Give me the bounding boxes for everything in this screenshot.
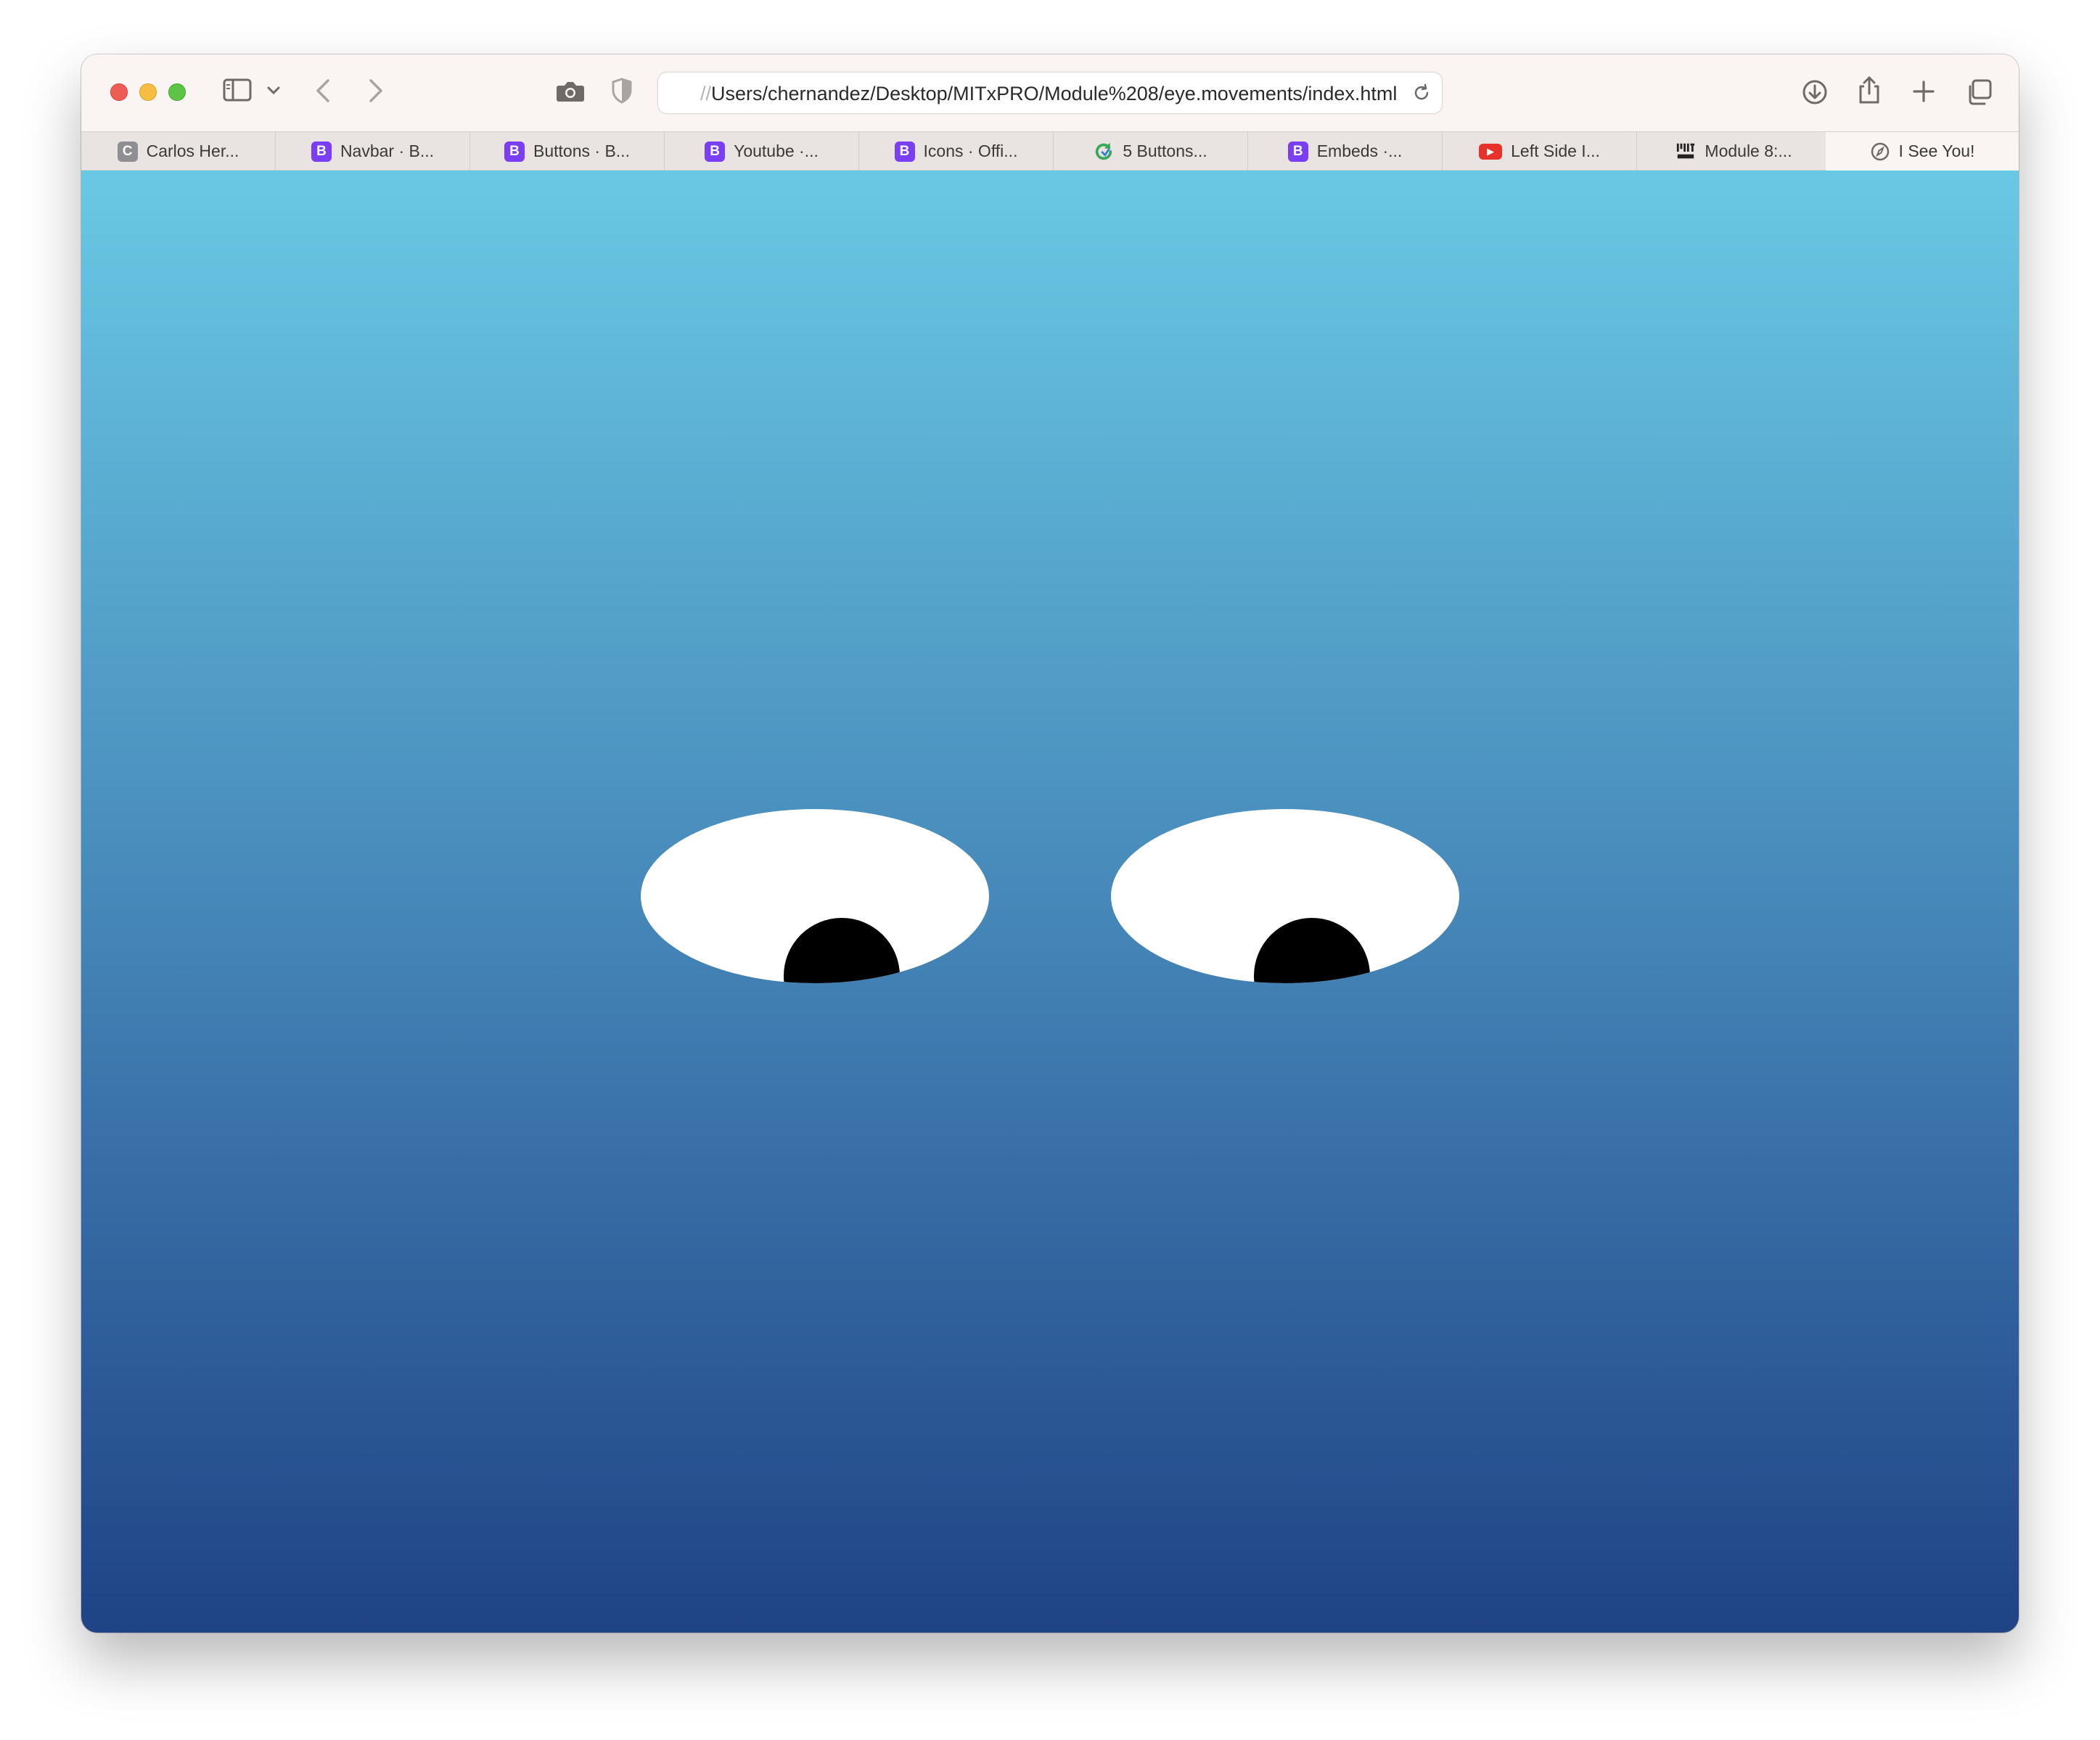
reload-icon[interactable] bbox=[1411, 83, 1432, 107]
page-content[interactable] bbox=[81, 171, 2019, 1633]
share-icon[interactable] bbox=[1858, 75, 1881, 105]
tab-label: 5 Buttons... bbox=[1123, 141, 1207, 160]
bootstrap-icon: B bbox=[504, 141, 525, 162]
sidebar-toggle-icon[interactable] bbox=[223, 78, 252, 102]
tab-navbar[interactable]: B Navbar · B... bbox=[276, 132, 470, 171]
bootstrap-icon: B bbox=[705, 141, 726, 162]
tab-5-buttons[interactable]: 5 Buttons... bbox=[1054, 132, 1248, 171]
close-window-button[interactable] bbox=[110, 83, 128, 101]
tab-buttons[interactable]: B Buttons · B... bbox=[470, 132, 665, 171]
privacy-shield-icon[interactable] bbox=[611, 78, 633, 104]
tab-label: Carlos Her... bbox=[146, 141, 239, 160]
tab-overview-icon[interactable] bbox=[1965, 78, 1993, 106]
letter-c-icon: C bbox=[117, 141, 138, 162]
tab-bar: C Carlos Her... B Navbar · B... B Button… bbox=[81, 131, 2019, 171]
tab-left-side[interactable]: ▶ Left Side I... bbox=[1443, 132, 1637, 171]
back-arrow-icon[interactable] bbox=[315, 78, 331, 103]
tab-label: Embeds ·... bbox=[1316, 141, 1403, 160]
tab-label: Module 8:... bbox=[1705, 141, 1792, 160]
browser-toolbar: //Users/chernandez/Desktop/MITxPRO/Modul… bbox=[81, 54, 2019, 131]
tab-label: I See You! bbox=[1898, 141, 1975, 160]
downloads-icon[interactable] bbox=[1801, 78, 1829, 106]
youtube-icon: ▶ bbox=[1479, 143, 1503, 160]
tab-youtube[interactable]: B Youtube ·... bbox=[665, 132, 859, 171]
tab-icons[interactable]: B Icons · Offi... bbox=[859, 132, 1054, 171]
chevron-down-icon[interactable] bbox=[267, 86, 280, 95]
tab-label: Navbar · B... bbox=[340, 141, 435, 160]
tab-label: Buttons · B... bbox=[533, 141, 630, 160]
bootstrap-icon: B bbox=[894, 141, 915, 162]
refresh-arrow-icon bbox=[1094, 141, 1114, 162]
right-pupil bbox=[1254, 918, 1370, 983]
tab-embeds[interactable]: B Embeds ·... bbox=[1248, 132, 1443, 171]
zoom-window-button[interactable] bbox=[168, 83, 186, 101]
address-prefix: // bbox=[700, 83, 712, 104]
tab-label: Youtube ·... bbox=[734, 141, 819, 160]
address-path: Users/chernandez/Desktop/MITxPRO/Module%… bbox=[711, 83, 1398, 104]
tab-label: Left Side I... bbox=[1511, 141, 1600, 160]
tab-label: Icons · Offi... bbox=[923, 141, 1018, 160]
bootstrap-icon: B bbox=[1287, 141, 1308, 162]
minimize-window-button[interactable] bbox=[139, 83, 157, 101]
left-pupil bbox=[784, 918, 900, 983]
browser-window: //Users/chernandez/Desktop/MITxPRO/Modul… bbox=[81, 54, 2019, 1633]
bootstrap-icon: B bbox=[311, 141, 332, 162]
left-eye bbox=[641, 809, 989, 983]
address-url: //Users/chernandez/Desktop/MITxPRO/Modul… bbox=[700, 83, 1397, 105]
tab-module-8[interactable]: Module 8:... bbox=[1637, 132, 1832, 171]
camera-icon[interactable] bbox=[556, 80, 585, 103]
tab-carlos-her[interactable]: C Carlos Her... bbox=[81, 132, 276, 171]
new-tab-plus-icon[interactable] bbox=[1912, 80, 1935, 103]
forward-arrow-icon[interactable] bbox=[368, 78, 384, 103]
compass-icon bbox=[1870, 141, 1890, 162]
address-bar[interactable]: //Users/chernandez/Desktop/MITxPRO/Modul… bbox=[658, 73, 1442, 113]
tab-i-see-you-active[interactable]: I See You! bbox=[1826, 132, 2019, 171]
right-eye bbox=[1111, 809, 1459, 983]
mitxpro-logo-icon bbox=[1676, 141, 1696, 162]
